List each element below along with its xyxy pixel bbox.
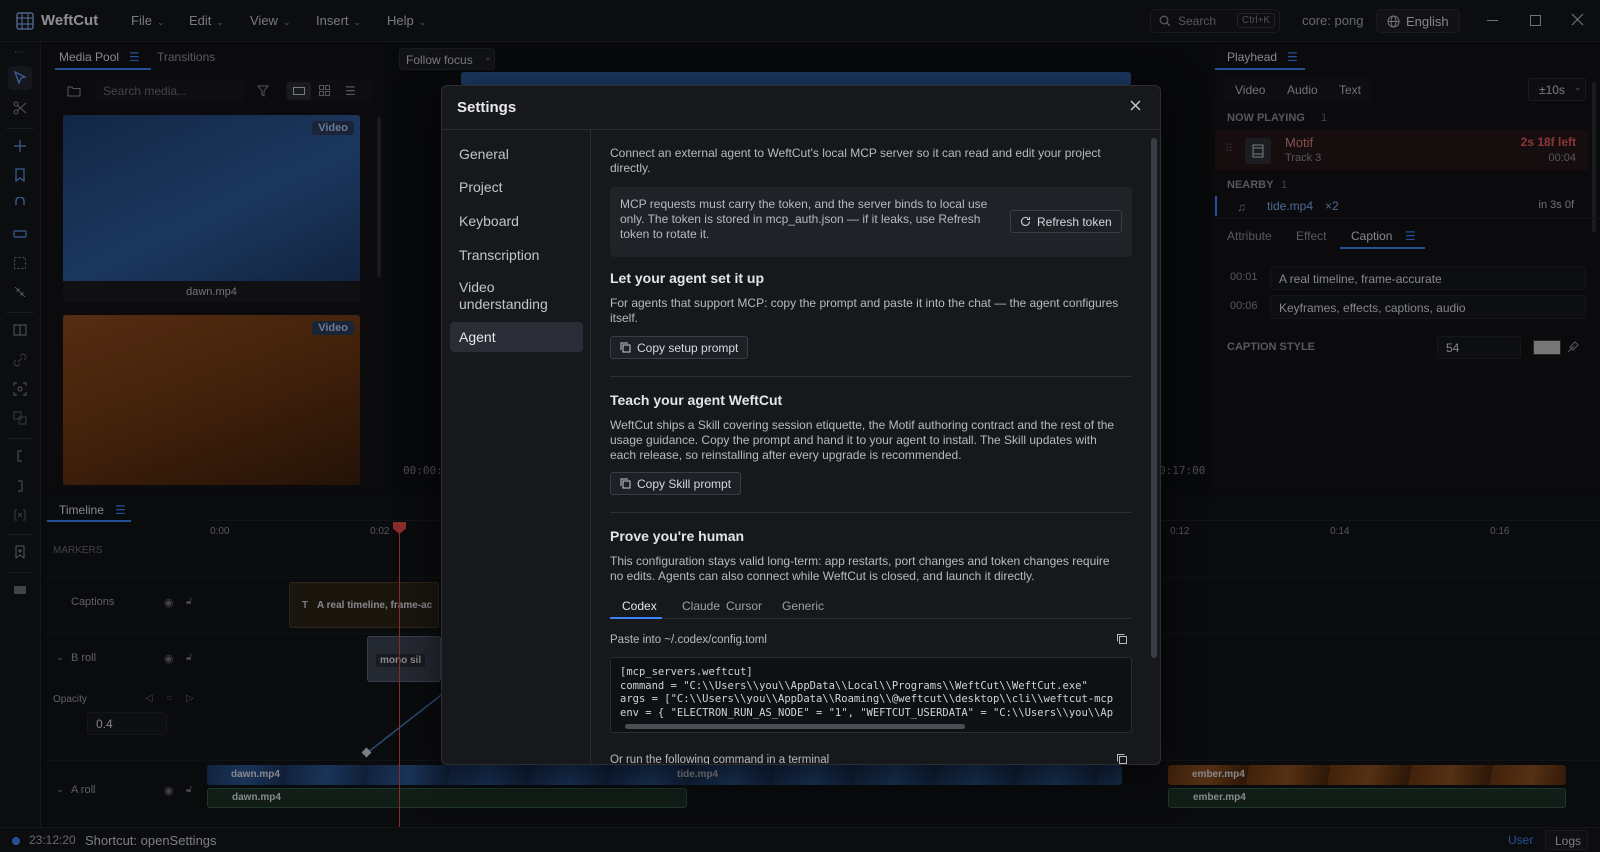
dialog-title: Settings bbox=[457, 99, 517, 116]
paste-label: Paste into ~/.codex/config.toml bbox=[610, 634, 767, 646]
human-text: This configuration stays valid long-term… bbox=[610, 554, 1110, 583]
agent-intro-text: Connect an external agent to WeftCut's l… bbox=[610, 146, 1101, 175]
tab-claude[interactable]: Claude bbox=[682, 599, 720, 613]
setup-heading: Let your agent set it up bbox=[610, 270, 765, 286]
code-line: [mcp_servers.weftcut] bbox=[620, 666, 753, 678]
copy-icon[interactable] bbox=[1116, 633, 1128, 645]
setup-text: For agents that support MCP: copy the pr… bbox=[610, 296, 1119, 325]
tab-generic[interactable]: Generic bbox=[782, 599, 824, 613]
terminal-label: Or run the following command in a termin… bbox=[610, 754, 830, 765]
teach-text: WeftCut ships a Skill covering session e… bbox=[610, 418, 1115, 462]
copy-setup-prompt-button[interactable]: Copy setup prompt bbox=[610, 336, 749, 359]
divider bbox=[610, 376, 1132, 377]
copy-setup-prompt-label: Copy setup prompt bbox=[637, 340, 739, 355]
close-icon[interactable] bbox=[1130, 100, 1141, 111]
refresh-token-label: Refresh token bbox=[1037, 214, 1112, 229]
config-code-block[interactable]: [mcp_servers.weftcut] command = "C:\\Use… bbox=[610, 657, 1132, 733]
nav-project[interactable]: Project bbox=[459, 179, 503, 195]
nav-keyboard[interactable]: Keyboard bbox=[459, 213, 519, 229]
nav-agent[interactable]: Agent bbox=[459, 329, 496, 345]
code-scrollbar[interactable] bbox=[625, 724, 965, 729]
active-tab-indicator bbox=[610, 617, 662, 619]
code-line: args = ["C:\\Users\\you\\AppData\\Roamin… bbox=[620, 693, 1114, 705]
code-line: env = { "ELECTRON_RUN_AS_NODE" = "1", "W… bbox=[620, 706, 1114, 719]
refresh-icon bbox=[1020, 216, 1031, 226]
copy-skill-prompt-label: Copy Skill prompt bbox=[637, 476, 732, 491]
copy-skill-prompt-button[interactable]: Copy Skill prompt bbox=[610, 472, 742, 495]
token-notice: MCP requests must carry the token, and t… bbox=[610, 187, 1132, 257]
divider bbox=[442, 129, 1160, 130]
tab-codex[interactable]: Codex bbox=[622, 599, 657, 613]
nav-transcription[interactable]: Transcription bbox=[459, 247, 539, 263]
token-notice-text: MCP requests must carry the token, and t… bbox=[620, 197, 988, 241]
refresh-token-button[interactable]: Refresh token bbox=[1010, 210, 1122, 233]
settings-dialog: Settings General Project Keyboard Transc… bbox=[441, 85, 1161, 765]
divider bbox=[610, 512, 1132, 513]
divider bbox=[590, 130, 591, 764]
copy-icon[interactable] bbox=[1116, 753, 1128, 764]
human-heading: Prove you're human bbox=[610, 528, 745, 544]
code-line: command = "C:\\Users\\you\\AppData\\Loca… bbox=[620, 679, 1088, 692]
teach-heading: Teach your agent WeftCut bbox=[610, 392, 783, 408]
nav-general[interactable]: General bbox=[459, 146, 509, 162]
tab-baseline bbox=[610, 618, 1132, 619]
tab-cursor[interactable]: Cursor bbox=[726, 599, 762, 613]
nav-video-understanding[interactable]: Video understanding bbox=[459, 279, 569, 313]
copy-icon bbox=[620, 478, 631, 489]
dialog-scrollbar[interactable] bbox=[1151, 138, 1157, 658]
copy-icon bbox=[620, 342, 631, 353]
